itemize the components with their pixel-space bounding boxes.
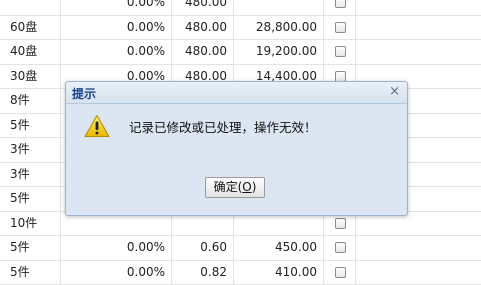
discount-cell: [60, 138, 171, 162]
price-cell: 480.00: [171, 65, 233, 89]
discount-cell: 0.00%: [60, 261, 171, 285]
discount-cell: 0.00%: [60, 40, 171, 64]
unit-cell: 60盘: [0, 16, 60, 40]
table-row[interactable]: 5件: [0, 114, 481, 139]
unit-cell: 3件: [0, 163, 60, 187]
price-cell: 0.60: [171, 236, 233, 260]
unit-cell: 3件: [0, 138, 60, 162]
select-cell: [323, 187, 356, 211]
price-cell: [171, 138, 233, 162]
row-checkbox[interactable]: [335, 46, 346, 57]
unit-cell: [0, 0, 60, 15]
select-cell: [323, 236, 356, 260]
select-cell: [323, 163, 356, 187]
row-checkbox[interactable]: [335, 144, 346, 155]
ok-button[interactable]: 确定(O): [205, 177, 265, 198]
amount-cell: [233, 114, 323, 138]
amount-cell: 410.00: [233, 261, 323, 285]
row-checkbox[interactable]: [335, 267, 346, 278]
unit-cell: 5件: [0, 187, 60, 211]
row-checkbox[interactable]: [335, 0, 346, 8]
discount-cell: [60, 89, 171, 113]
select-cell: [323, 0, 356, 15]
table-row[interactable]: 3件: [0, 138, 481, 163]
ok-button-label: 确定: [214, 180, 238, 194]
select-cell: [323, 89, 356, 113]
select-cell: [323, 65, 356, 89]
row-checkbox[interactable]: [335, 95, 346, 106]
select-cell: [323, 261, 356, 285]
table-row[interactable]: 60盘0.00%480.0028,800.00: [0, 16, 481, 41]
discount-cell: [60, 187, 171, 211]
price-cell: [171, 89, 233, 113]
price-cell: [171, 212, 233, 236]
row-checkbox[interactable]: [335, 242, 346, 253]
amount-cell: 28,800.00: [233, 16, 323, 40]
table-row[interactable]: 40盘0.00%480.0019,200.00: [0, 40, 481, 65]
table-row[interactable]: 5件0.00%0.60450.00: [0, 236, 481, 261]
unit-cell: 5件: [0, 114, 60, 138]
discount-cell: [60, 114, 171, 138]
row-checkbox[interactable]: [335, 169, 346, 180]
amount-cell: 14,400.00: [233, 65, 323, 89]
discount-cell: [60, 163, 171, 187]
table-row[interactable]: 30盘0.00%480.0014,400.00: [0, 65, 481, 90]
discount-cell: 0.00%: [60, 236, 171, 260]
amount-cell: [233, 138, 323, 162]
ok-shortcut-key: O: [242, 180, 251, 194]
price-cell: [171, 114, 233, 138]
ok-shortcut-close: ): [252, 180, 257, 194]
table-row[interactable]: 0.00%480.00: [0, 0, 481, 16]
discount-cell: [60, 212, 171, 236]
table-row[interactable]: 5件0.00%0.82410.00: [0, 261, 481, 285]
unit-cell: 40盘: [0, 40, 60, 64]
table-row[interactable]: 10件: [0, 212, 481, 237]
unit-cell: 5件: [0, 261, 60, 285]
row-checkbox[interactable]: [335, 71, 346, 82]
unit-cell: 8件: [0, 89, 60, 113]
price-cell: 480.00: [171, 0, 233, 15]
select-cell: [323, 40, 356, 64]
select-cell: [323, 16, 356, 40]
price-cell: 480.00: [171, 16, 233, 40]
amount-cell: [233, 0, 323, 15]
price-cell: 0.82: [171, 261, 233, 285]
data-grid: 0.00%480.0060盘0.00%480.0028,800.0040盘0.0…: [0, 0, 481, 285]
row-checkbox[interactable]: [335, 22, 346, 33]
select-cell: [323, 212, 356, 236]
amount-cell: 450.00: [233, 236, 323, 260]
select-cell: [323, 138, 356, 162]
amount-cell: [233, 212, 323, 236]
unit-cell: 5件: [0, 236, 60, 260]
discount-cell: 0.00%: [60, 16, 171, 40]
amount-cell: [233, 89, 323, 113]
unit-cell: 10件: [0, 212, 60, 236]
discount-cell: 0.00%: [60, 65, 171, 89]
row-checkbox[interactable]: [335, 218, 346, 229]
row-checkbox[interactable]: [335, 193, 346, 204]
row-checkbox[interactable]: [335, 120, 346, 131]
amount-cell: 19,200.00: [233, 40, 323, 64]
unit-cell: 30盘: [0, 65, 60, 89]
price-cell: 480.00: [171, 40, 233, 64]
select-cell: [323, 114, 356, 138]
table-row[interactable]: 8件: [0, 89, 481, 114]
discount-cell: 0.00%: [60, 0, 171, 15]
